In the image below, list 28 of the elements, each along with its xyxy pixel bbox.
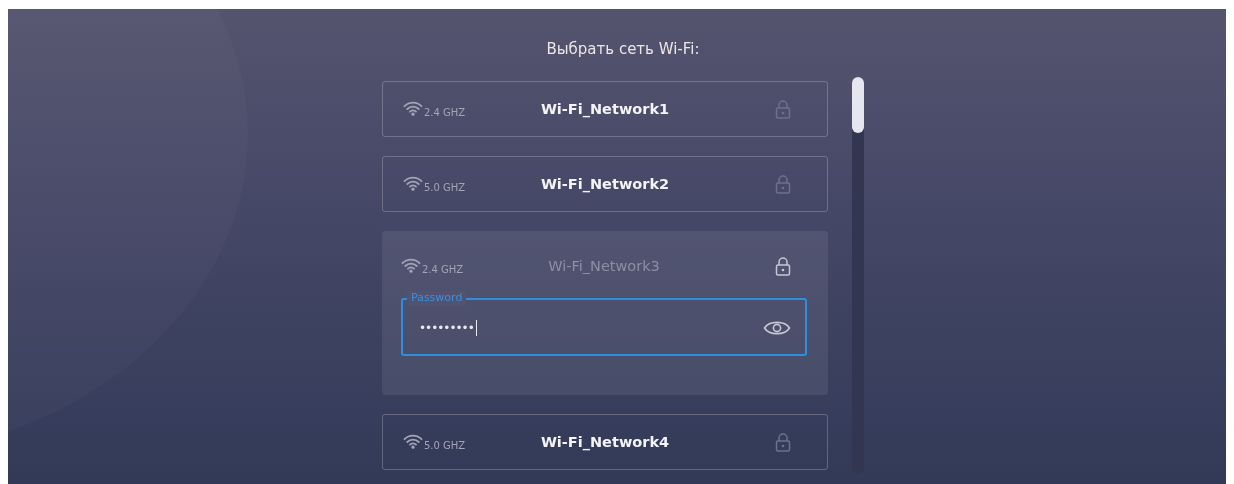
network-name: Wi-Fi_Network2 xyxy=(540,176,670,192)
network-item[interactable]: 2.4 GHZ Wi-Fi_Network3 Password ••••••••• xyxy=(382,231,828,395)
scrollbar-thumb[interactable] xyxy=(852,77,864,133)
wifi-icon xyxy=(401,257,421,273)
band-label: 5.0 GHZ xyxy=(424,182,466,193)
text-cursor xyxy=(475,320,477,336)
wifi-icon xyxy=(403,175,423,191)
scrollbar[interactable] xyxy=(852,77,864,474)
wifi-icon xyxy=(403,100,423,116)
lock-icon xyxy=(775,256,791,276)
field-label: Password xyxy=(407,291,467,305)
network-name: Wi-Fi_Network4 xyxy=(540,434,670,450)
network-name: Wi-Fi_Network3 xyxy=(548,258,660,274)
band-label: 2.4 GHZ xyxy=(424,107,466,118)
password-value: ••••••••• xyxy=(419,321,474,335)
screen-title: Выбрать сеть Wi-Fi: xyxy=(545,39,700,60)
network-name: Wi-Fi_Network1 xyxy=(540,101,670,117)
password-field[interactable]: Password ••••••••• xyxy=(401,291,807,356)
network-item[interactable]: 2.4 GHZ Wi-Fi_Network1 xyxy=(382,81,828,137)
band-label: 5.0 GHZ xyxy=(424,440,466,451)
show-password-icon[interactable] xyxy=(763,319,791,337)
network-item[interactable]: 5.0 GHZ Wi-Fi_Network2 xyxy=(382,156,828,212)
lock-icon xyxy=(775,174,791,194)
lock-icon xyxy=(775,432,791,452)
band-label: 2.4 GHZ xyxy=(422,264,464,275)
wifi-icon xyxy=(403,433,423,449)
network-item[interactable]: 5.0 GHZ Wi-Fi_Network4 xyxy=(382,414,828,470)
lock-icon xyxy=(775,99,791,119)
